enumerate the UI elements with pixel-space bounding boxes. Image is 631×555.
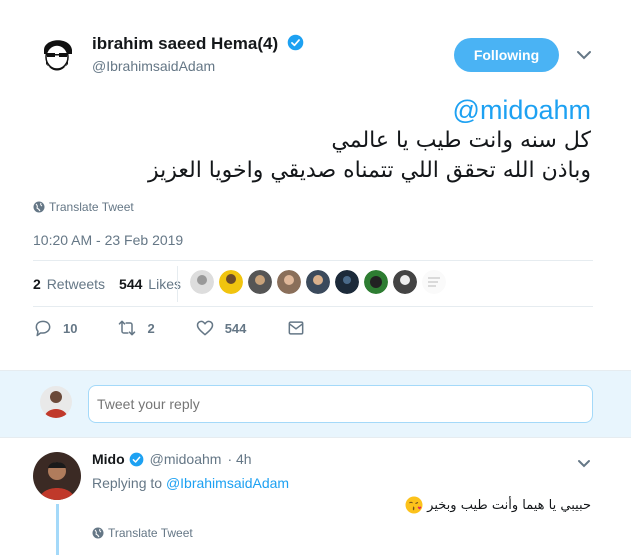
retweets-count: 2	[33, 276, 41, 292]
like-action[interactable]: 544	[195, 318, 247, 338]
tweet-stats: 2 Retweets 544 Likes	[33, 276, 181, 292]
retweets-stat[interactable]: 2 Retweets	[33, 276, 105, 292]
translate-label[interactable]: Translate Tweet	[49, 200, 134, 214]
direct-message-action[interactable]	[286, 318, 306, 338]
likes-count: 544	[119, 276, 143, 292]
stats-separator	[177, 266, 178, 302]
tweet-text: @midoahm كل سنه وانت طيب يا عالمي وباذن …	[31, 94, 591, 186]
author-avatar[interactable]	[34, 30, 80, 76]
retweets-label: Retweets	[46, 276, 106, 292]
liker-avatar[interactable]	[219, 270, 243, 294]
liker-avatars	[190, 270, 446, 294]
retweet-icon	[119, 320, 136, 336]
tweet-timestamp[interactable]: 10:20 AM - 23 Feb 2019	[33, 232, 183, 248]
main-tweet: ibrahim saeed Hema(4) @IbrahimsaidAdam F…	[0, 0, 631, 370]
liker-avatar[interactable]	[306, 270, 330, 294]
reply-author-avatar[interactable]	[33, 452, 81, 500]
liker-avatar[interactable]	[393, 270, 417, 294]
heart-icon	[196, 320, 213, 336]
liker-avatar[interactable]	[248, 270, 272, 294]
tweet-actions: 10 2 544	[33, 318, 346, 338]
thread-line	[56, 504, 59, 555]
reply-time[interactable]: · 4h	[227, 451, 251, 467]
divider	[33, 260, 593, 261]
tweet-mention[interactable]: @midoahm	[31, 94, 591, 126]
globe-icon	[92, 527, 104, 539]
following-button[interactable]: Following	[454, 38, 559, 72]
retweet-count: 2	[147, 320, 155, 336]
reply-translate-label[interactable]: Translate Tweet	[108, 526, 193, 540]
reply-count: 10	[63, 320, 78, 336]
reply-text: حبيبي يا هيما وأنت طيب وبخير	[405, 496, 591, 514]
replying-to-handle[interactable]: @IbrahimsaidAdam	[166, 475, 289, 491]
like-count: 544	[224, 320, 247, 336]
liker-avatar[interactable]	[335, 270, 359, 294]
author-display-name[interactable]: ibrahim saeed Hema(4)	[92, 34, 278, 53]
retweet-action[interactable]: 2	[117, 318, 155, 338]
reply-author: Mido @midoahm · 4h	[92, 451, 252, 467]
reply-icon	[35, 320, 51, 337]
divider	[33, 306, 593, 307]
likes-stat[interactable]: 544 Likes	[119, 276, 181, 292]
current-user-avatar[interactable]	[40, 386, 72, 418]
tweet-line-2: وباذن الله تحقق اللي تتمناه صديقي واخويا…	[147, 158, 591, 183]
tweet-line-1: كل سنه وانت طيب يا عالمي	[331, 128, 591, 153]
liker-avatar[interactable]	[422, 270, 446, 294]
chevron-down-icon[interactable]	[577, 458, 591, 470]
globe-icon	[33, 201, 45, 213]
reply-text-content: حبيبي يا هيما وأنت طيب وبخير	[427, 497, 591, 513]
reply-author-name[interactable]: Mido	[92, 451, 125, 467]
translate-tweet-link[interactable]: Translate Tweet	[33, 200, 134, 214]
replying-prefix: Replying to	[92, 475, 163, 491]
reply-translate-link[interactable]: Translate Tweet	[92, 526, 193, 540]
envelope-icon	[288, 321, 304, 335]
replying-to: Replying to @IbrahimsaidAdam	[92, 475, 289, 491]
author-name[interactable]: ibrahim saeed Hema(4)	[92, 34, 304, 54]
reply-action[interactable]: 10	[33, 318, 77, 338]
reply-input[interactable]	[88, 385, 593, 423]
liker-avatar[interactable]	[190, 270, 214, 294]
reply-composer	[0, 370, 631, 438]
reply-tweet: Mido @midoahm · 4h Replying to @Ibrahims…	[0, 438, 631, 555]
chevron-down-icon[interactable]	[576, 48, 592, 62]
reply-author-handle[interactable]: @midoahm	[150, 451, 222, 467]
kiss-emoji-icon	[405, 496, 423, 514]
liker-avatar[interactable]	[364, 270, 388, 294]
verified-badge-icon	[287, 34, 304, 51]
liker-avatar[interactable]	[277, 270, 301, 294]
verified-badge-icon	[129, 452, 144, 466]
author-handle[interactable]: @IbrahimsaidAdam	[92, 58, 215, 74]
